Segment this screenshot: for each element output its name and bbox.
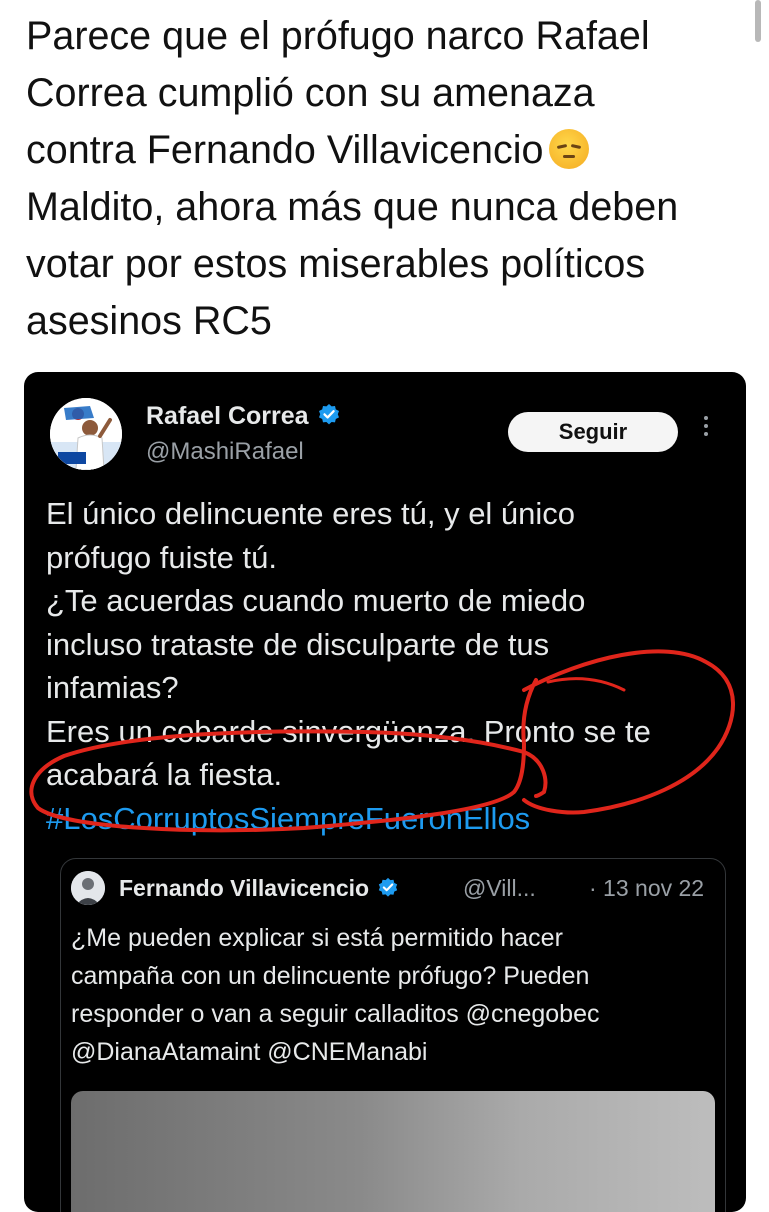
tweet-line: infamias? [46, 670, 179, 705]
post-line: contra Fernando Villavicencio [26, 122, 761, 179]
author-name[interactable]: Rafael Correa [146, 402, 341, 434]
quoted-author-name-text: Fernando Villavicencio [119, 875, 370, 901]
more-options-icon[interactable] [702, 416, 710, 440]
hashtag-link[interactable]: #LosCorruptosSiempreFueronEllos [46, 797, 726, 841]
pensive-face-emoji [549, 129, 590, 169]
tweet-line: Eres un cobarde sinvergüenza. Pronto se … [46, 713, 651, 749]
quoted-author-name[interactable]: Fernando Villavicencio [119, 875, 399, 905]
post-line: votar por estos miserables políticos [26, 242, 646, 286]
quoted-body: ¿Me pueden explicar si está permitido ha… [71, 919, 711, 1071]
tweet-line: acabará la fiesta. [46, 757, 283, 792]
quoted-avatar[interactable] [71, 871, 105, 905]
verified-badge-icon [377, 877, 399, 905]
post-line: Maldito, ahora más que nunca deben [26, 185, 679, 229]
tweet-body: El único delincuente eres tú, y el único… [46, 492, 726, 840]
tweet-line: incluso trataste de disculparte de tus [46, 626, 550, 662]
quoted-media-image[interactable] [71, 1091, 715, 1212]
quoted-handle[interactable]: @Vill... [463, 875, 536, 902]
tweet-line: ¿Te acuerdas cuando muerto de miedo [46, 583, 586, 618]
quoted-line: responder o van a seguir calladitos @cne… [71, 1000, 600, 1028]
post-line: Parece que el prófugo narco Rafael [26, 14, 650, 58]
quoted-line: campaña con un delincuente prófugo? Pued… [71, 962, 590, 990]
quoted-date[interactable]: · 13 nov 22 [589, 875, 704, 902]
author-handle[interactable]: @MashiRafael [146, 438, 304, 466]
tweet-line: prófugo fuiste tú. [46, 539, 277, 575]
post-line-text: contra Fernando Villavicencio [26, 128, 544, 172]
post-line: asesinos RC5 [26, 299, 272, 343]
quoted-line: ¿Me pueden explicar si está permitido ha… [71, 924, 563, 952]
tweet-line: El único delincuente eres tú, y el único [46, 496, 576, 531]
tweet-screenshot: Rafael Correa @MashiRafael Seguir El úni… [24, 372, 746, 1212]
avatar[interactable] [50, 398, 122, 470]
post-text: Parece que el prófugo narco Rafael Corre… [26, 8, 761, 350]
verified-badge-icon [317, 403, 341, 434]
follow-button[interactable]: Seguir [508, 412, 678, 452]
author-name-text: Rafael Correa [146, 402, 309, 430]
quoted-tweet[interactable]: Fernando Villavicencio @Vill... · 13 nov… [60, 858, 726, 1212]
quoted-line: @DianaAtamaint @CNEManabi [71, 1038, 428, 1066]
post-line: Correa cumplió con su amenaza [26, 71, 595, 115]
